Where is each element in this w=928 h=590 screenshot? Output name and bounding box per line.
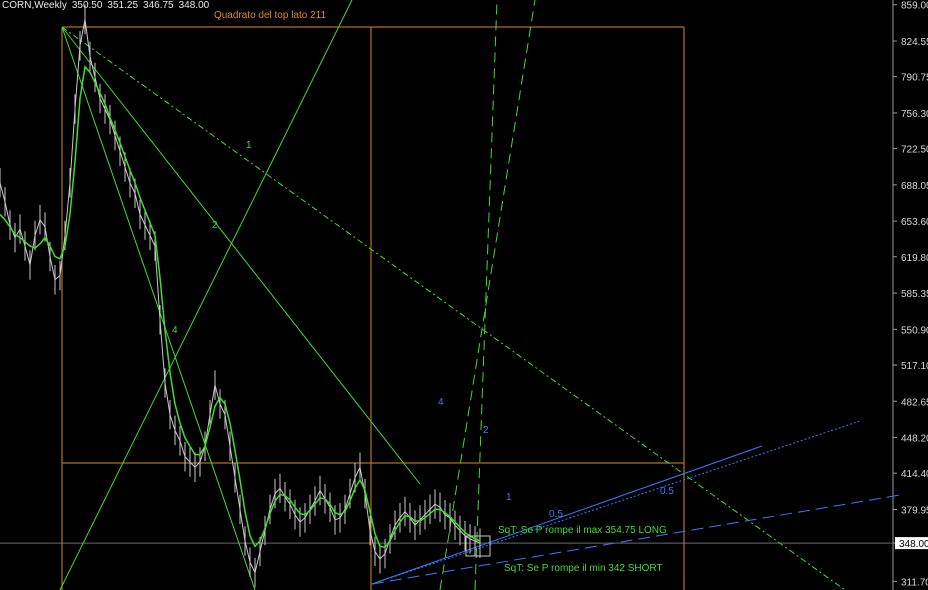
y-tick-label: 653.60 xyxy=(901,217,928,228)
chart-window[interactable]: 859.00 824.55 790.75 756.30 722.50 688.05 653.… xyxy=(0,0,928,590)
y-tick-label: 790.75 xyxy=(901,73,928,84)
y-tick-label: 311.70 xyxy=(901,577,928,588)
chart-annotation: 2 xyxy=(212,220,218,231)
chart-annotation: Quadrato del top lato 211 xyxy=(214,10,327,21)
y-tick-label: 824.55 xyxy=(901,37,928,48)
chart-annotation: 1 xyxy=(246,140,252,151)
chart-annotation: SqT: Se P rompe il max 354.75 LONG xyxy=(498,525,667,536)
y-tick-label: 585.35 xyxy=(901,289,928,300)
chart-header: CORN,Weekly 350.50 351.25 346.75 348.00 xyxy=(2,0,214,11)
chart-annotation: SqT: Se P rompe il min 342 SHORT xyxy=(504,563,663,574)
y-tick-label: 688.05 xyxy=(901,181,928,192)
ohlc-low: 346.75 xyxy=(143,0,174,11)
y-tick-label: 448.20 xyxy=(901,434,928,445)
y-tick-label: 756.30 xyxy=(901,109,928,120)
chart-annotation: 1 xyxy=(506,492,512,503)
gann-rising-line xyxy=(59,0,353,590)
gann-steep-line-b xyxy=(474,0,498,590)
chart-annotation: 4 xyxy=(172,325,178,336)
y-tick-label: 722.50 xyxy=(901,145,928,156)
ohlc-open: 350.50 xyxy=(71,0,103,11)
moving-average-line xyxy=(0,65,481,549)
gann-steep-line-a xyxy=(439,0,536,590)
chart-annotation: 4 xyxy=(438,397,444,408)
price-line xyxy=(0,19,481,575)
y-tick-label: 550.90 xyxy=(901,325,928,336)
y-tick-label: 482.65 xyxy=(901,397,928,408)
chart-annotation: 0.5 xyxy=(660,486,674,497)
chart-annotation: 0.5 xyxy=(549,509,563,520)
y-tick-label: 348.00 xyxy=(899,539,928,550)
symbol-timeframe: CORN,Weekly xyxy=(2,0,67,11)
gann-fan-2x1-line xyxy=(61,26,421,485)
gann-fan-4x1-line xyxy=(61,26,256,590)
chart-annotation: 2 xyxy=(483,425,489,436)
y-tick-label: 379.95 xyxy=(901,505,928,516)
chart-canvas[interactable]: 859.00 824.55 790.75 756.30 722.50 688.05 653.… xyxy=(0,0,928,590)
ohlc-close: 348.00 xyxy=(178,0,210,11)
y-tick-label: 414.40 xyxy=(901,469,928,480)
y-tick-label: 859.00 xyxy=(901,1,928,12)
y-tick-label: 517.10 xyxy=(901,361,928,372)
y-tick-label: 619.80 xyxy=(901,253,928,264)
ohlc-high: 351.25 xyxy=(107,0,139,11)
